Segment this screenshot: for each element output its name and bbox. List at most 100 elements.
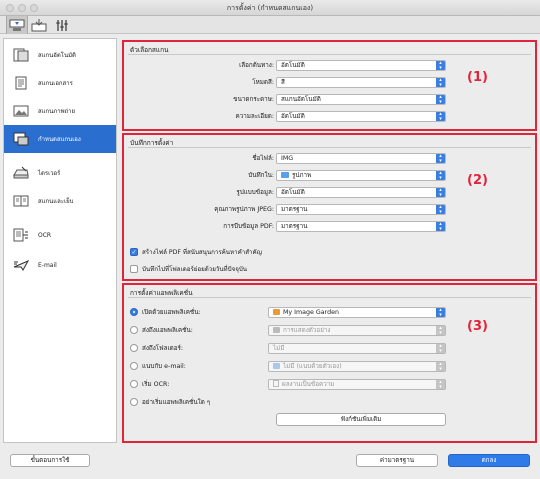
dropdown-arrow-icon: ▴ ▾	[436, 308, 445, 317]
sidebar: สแกนอัตโนมัติ สแกนเอกสาร สแกนภาพถ่าย กำห…	[3, 38, 117, 443]
minimize-window-button[interactable]	[18, 4, 26, 12]
toolbar	[0, 16, 540, 34]
save-in-dropdown[interactable]: รูปภาพ ▴ ▾	[276, 170, 446, 181]
open-with-radio[interactable]	[130, 308, 138, 316]
data-format-row: รูปแบบข้อมูล: อัตโนมัติ ▴ ▾	[124, 187, 539, 198]
dropdown-arrow-icon: ▴ ▾	[436, 154, 445, 163]
computer-scan-icon	[9, 19, 25, 31]
send-to-folder-dropdown[interactable]: ไม่มี ▴ ▾	[268, 343, 446, 354]
send-to-folder-row: ส่งถึงโฟลเดอร์: ไม่มี ▴ ▾	[124, 343, 539, 354]
app-settings-section: การตั้งค่าแอพพลิเคชั่น (3) เปิดด้วยแอพพล…	[122, 283, 537, 443]
no-app-row: อย่าเริ่มแอพพลิเคชั่นใด ๆ	[124, 397, 539, 408]
select-source-row: เลือกต้นทาง: อัตโนมัติ ▴ ▾	[124, 60, 539, 71]
pdf-compression-label: การบีบข้อมูล PDF:	[223, 223, 274, 230]
checkmark-icon: ✓	[130, 248, 138, 256]
text-output-icon	[273, 380, 279, 387]
tab-scan-from-computer[interactable]	[6, 16, 28, 34]
sidebar-item-label: สแกนและเย็บ	[38, 198, 74, 205]
resolution-label: ความละเอียด:	[235, 113, 274, 120]
ocr-icon	[12, 227, 30, 243]
folder-icon	[281, 172, 289, 178]
email-icon	[12, 257, 30, 273]
custom-scan-icon	[12, 131, 30, 147]
send-to-app-dropdown[interactable]: การแสดงตัวอย่าง ▴ ▾	[268, 325, 446, 336]
checkbox-box	[130, 265, 138, 273]
folder-icon	[273, 363, 280, 369]
send-to-app-radio[interactable]	[130, 326, 138, 334]
dropdown-arrow-icon: ▴ ▾	[436, 326, 445, 335]
zoom-window-button[interactable]	[30, 4, 38, 12]
paper-size-row: ขนาดกระดาษ: สแกนอัตโนมัติ ▴ ▾	[124, 94, 539, 105]
send-to-folder-radio[interactable]	[130, 344, 138, 352]
sidebar-item-ocr[interactable]: OCR	[4, 221, 116, 249]
sidebar-item-label: สแกนอัตโนมัติ	[38, 52, 76, 59]
color-mode-row: โหมดสี: สี ▴ ▾	[124, 77, 539, 88]
sidebar-item-document[interactable]: สแกนเอกสาร	[4, 69, 116, 97]
pdf-compression-dropdown[interactable]: มาตรฐาน ▴ ▾	[276, 221, 446, 232]
file-name-row: ชื่อไฟล์: IMG ▴ ▾	[124, 153, 539, 164]
color-mode-dropdown[interactable]: สี ▴ ▾	[276, 77, 446, 88]
file-name-label: ชื่อไฟล์:	[252, 155, 274, 162]
sidebar-item-email[interactable]: E-mail	[4, 251, 116, 279]
preview-icon	[273, 327, 280, 333]
paper-size-dropdown[interactable]: สแกนอัตโนมัติ ▴ ▾	[276, 94, 446, 105]
ok-button[interactable]: ตกลง	[448, 454, 530, 467]
dropdown-arrow-icon: ▴ ▾	[436, 95, 445, 104]
more-functions-button[interactable]: ฟังก์ชันเพิ่มเติม	[276, 413, 446, 426]
select-source-dropdown[interactable]: อัตโนมัติ ▴ ▾	[276, 60, 446, 71]
start-ocr-dropdown[interactable]: ผลงานเป็นข้อความ ▴ ▾	[268, 379, 446, 390]
start-ocr-label: เริ่ม OCR:	[142, 381, 170, 388]
sidebar-item-label: OCR	[38, 231, 52, 239]
jpeg-quality-dropdown[interactable]: มาตรฐาน ▴ ▾	[276, 204, 446, 215]
section-divider	[128, 297, 531, 298]
photo-icon	[12, 103, 30, 119]
sidebar-item-custom-scan[interactable]: กำหนดสแกนเอง	[4, 125, 116, 153]
no-app-label: อย่าเริ่มแอพพลิเคชั่นใด ๆ	[142, 399, 211, 406]
sidebar-item-auto-scan[interactable]: สแกนอัตโนมัติ	[4, 41, 116, 69]
data-format-dropdown[interactable]: อัตโนมัติ ▴ ▾	[276, 187, 446, 198]
sidebar-item-label: E-mail	[38, 261, 57, 269]
select-source-label: เลือกต้นทาง:	[239, 62, 274, 69]
open-with-label: เปิดด้วยแอพพลิเคชั่น:	[142, 309, 201, 316]
stitch-icon	[12, 193, 30, 209]
attach-email-radio[interactable]	[130, 362, 138, 370]
jpeg-quality-row: คุณภาพรูปภาพ JPEG: มาตรฐาน ▴ ▾	[124, 204, 539, 215]
sidebar-item-label: กำหนดสแกนเอง	[38, 136, 81, 143]
sidebar-item-photo[interactable]: สแกนภาพถ่าย	[4, 97, 116, 125]
tools-icon	[56, 19, 68, 31]
save-in-label: บันทึกใน:	[248, 172, 274, 179]
open-with-dropdown[interactable]: My Image Garden ▴ ▾	[268, 307, 446, 318]
sidebar-item-stitch[interactable]: สแกนและเย็บ	[4, 187, 116, 215]
send-to-app-label: ส่งถึงแอพพลิเคชั่น:	[142, 327, 193, 334]
dropdown-arrow-icon: ▴ ▾	[436, 171, 445, 180]
close-window-button[interactable]	[6, 4, 14, 12]
attach-email-dropdown[interactable]: ไม่มี (แนบด้วยตัวเอง) ▴ ▾	[268, 361, 446, 372]
sidebar-item-driver[interactable]: ไดรเวอร์	[4, 159, 116, 187]
save-settings-section: บันทึกการตั้งค่า (2) ชื่อไฟล์: IMG ▴ ▾ บัน…	[122, 133, 537, 281]
tab-general-settings[interactable]	[52, 16, 74, 34]
resolution-dropdown[interactable]: อัตโนมัติ ▴ ▾	[276, 111, 446, 122]
defaults-button[interactable]: ค่ามาตรฐาน	[356, 454, 438, 467]
dropdown-arrow-icon: ▴ ▾	[436, 205, 445, 214]
driver-icon	[12, 165, 30, 181]
file-name-dropdown[interactable]: IMG ▴ ▾	[276, 153, 446, 164]
tab-scan-from-operation-panel[interactable]	[28, 16, 50, 34]
sidebar-item-label: สแกนภาพถ่าย	[38, 108, 76, 115]
dropdown-arrow-icon: ▴ ▾	[436, 61, 445, 70]
searchable-pdf-checkbox[interactable]: ✓ สร้างไฟล์ PDF ที่สนับสนุนการค้นหาคำสำค…	[130, 247, 262, 257]
date-subfolder-checkbox[interactable]: บันทึกไปที่โฟลเดอร์ย่อยด้วยวันที่ปัจจุบั…	[130, 264, 247, 274]
section-divider	[128, 54, 531, 55]
open-with-row: เปิดด้วยแอพพลิเคชั่น: My Image Garden ▴ ▾	[124, 307, 539, 318]
send-to-app-row: ส่งถึงแอพพลิเคชั่น: การแสดงตัวอย่าง ▴ ▾	[124, 325, 539, 336]
attach-email-label: แนบกับ e-mail:	[142, 363, 186, 370]
jpeg-quality-label: คุณภาพรูปภาพ JPEG:	[214, 206, 274, 213]
title-bar: การตั้งค่า (กำหนดสแกนเอง)	[0, 0, 540, 16]
dropdown-arrow-icon: ▴ ▾	[436, 78, 445, 87]
dropdown-arrow-icon: ▴ ▾	[436, 344, 445, 353]
no-app-radio[interactable]	[130, 398, 138, 406]
paper-size-label: ขนาดกระดาษ:	[233, 96, 274, 103]
sidebar-item-label: สแกนเอกสาร	[38, 80, 73, 87]
start-ocr-radio[interactable]	[130, 380, 138, 388]
instructions-button[interactable]: ขั้นตอนการใช้	[10, 454, 90, 467]
dropdown-arrow-icon: ▴ ▾	[436, 188, 445, 197]
